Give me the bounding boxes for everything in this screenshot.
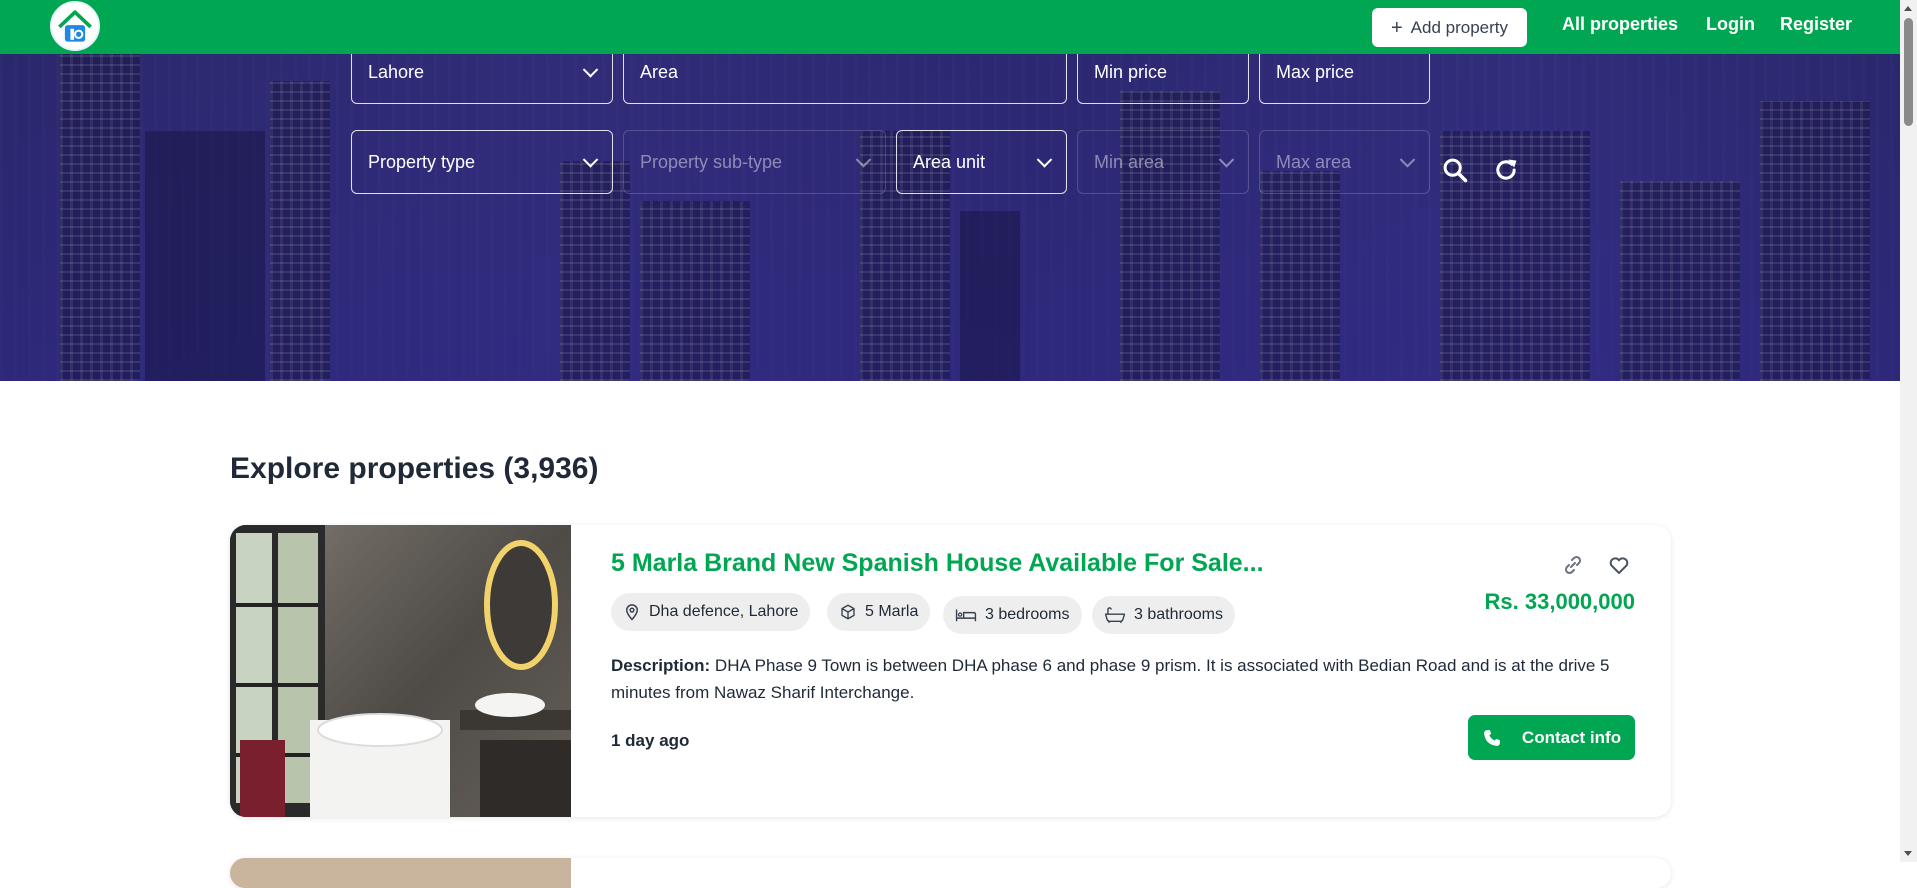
contact-info-label: Contact info: [1521, 727, 1622, 747]
bedrooms-text: 3 bedrooms: [985, 606, 1070, 623]
property-subtype-select[interactable]: Property sub-type: [623, 130, 886, 194]
chevron-down-icon: [1399, 152, 1416, 168]
property-price: Rs. 33,000,000: [1484, 589, 1635, 614]
area-unit-select[interactable]: Area unit: [896, 130, 1067, 194]
city-select-value: Lahore: [368, 61, 425, 82]
property-photo[interactable]: [230, 525, 571, 817]
area-input-placeholder: Area: [640, 61, 679, 82]
min-area-value: Min area: [1094, 151, 1165, 172]
property-subtype-value: Property sub-type: [640, 151, 783, 172]
top-navbar: + Add property All properties Login Regi…: [0, 0, 1900, 54]
max-price-placeholder: Max price: [1276, 61, 1355, 82]
nav-all-properties[interactable]: All properties: [1562, 14, 1678, 35]
add-property-button[interactable]: + Add property: [1372, 8, 1527, 47]
add-property-label: Add property: [1410, 17, 1509, 37]
property-card[interactable]: [230, 858, 1671, 888]
chevron-down-icon: [1218, 152, 1235, 168]
description-text: DHA Phase 9 Town is between DHA phase 6 …: [611, 656, 1610, 702]
size-chip: 5 Marla: [827, 593, 931, 631]
search-icon[interactable]: [1441, 156, 1469, 184]
bathrooms-chip: 3 bathrooms: [1092, 596, 1235, 634]
location-text: Dha defence, Lahore: [649, 603, 799, 620]
chevron-down-icon: [1036, 152, 1053, 168]
heart-icon[interactable]: [1607, 553, 1631, 577]
min-area-select[interactable]: Min area: [1077, 130, 1249, 194]
max-area-select[interactable]: Max area: [1259, 130, 1430, 194]
bedrooms-chip: 3 bedrooms: [943, 596, 1082, 634]
contact-info-button[interactable]: Contact info: [1468, 715, 1635, 760]
max-area-value: Max area: [1276, 151, 1352, 172]
section-title: Explore properties (3,936): [230, 452, 599, 485]
property-type-value: Property type: [368, 151, 476, 172]
logo-icon[interactable]: [50, 1, 100, 51]
area-unit-value: Area unit: [913, 151, 986, 172]
location-pin-icon: [625, 604, 639, 621]
phone-icon: [1484, 729, 1500, 746]
bed-icon: [955, 609, 977, 622]
property-photo[interactable]: [230, 858, 571, 888]
page-scrollbar[interactable]: [1900, 0, 1917, 862]
chevron-down-icon: [582, 62, 599, 78]
property-title[interactable]: 5 Marla Brand New Spanish House Availabl…: [611, 549, 1264, 578]
bathrooms-text: 3 bathrooms: [1134, 606, 1223, 623]
scroll-down-arrow-icon[interactable]: [1904, 851, 1912, 856]
hero-banner: Lahore Area Min price Max price Property…: [0, 0, 1900, 381]
bathtub-icon: [1104, 607, 1126, 624]
scroll-up-arrow-icon[interactable]: [1904, 6, 1912, 11]
link-icon[interactable]: [1561, 553, 1585, 577]
min-price-placeholder: Min price: [1094, 61, 1168, 82]
nav-login[interactable]: Login: [1706, 14, 1755, 35]
posted-time: 1 day ago: [611, 731, 690, 750]
chevron-down-icon: [582, 152, 599, 168]
plus-icon: +: [1390, 16, 1403, 39]
property-card[interactable]: 5 Marla Brand New Spanish House Availabl…: [230, 525, 1671, 817]
nav-register[interactable]: Register: [1780, 14, 1852, 35]
cube-icon: [841, 604, 855, 620]
location-chip: Dha defence, Lahore: [611, 593, 811, 631]
refresh-icon[interactable]: [1492, 156, 1520, 184]
chevron-down-icon: [855, 152, 872, 168]
description-label: Description:: [611, 656, 711, 675]
scrollbar-thumb[interactable]: [1904, 18, 1913, 126]
property-type-select[interactable]: Property type: [351, 130, 613, 194]
size-text: 5 Marla: [865, 603, 919, 620]
property-description: Description: DHA Phase 9 Town is between…: [611, 652, 1631, 706]
